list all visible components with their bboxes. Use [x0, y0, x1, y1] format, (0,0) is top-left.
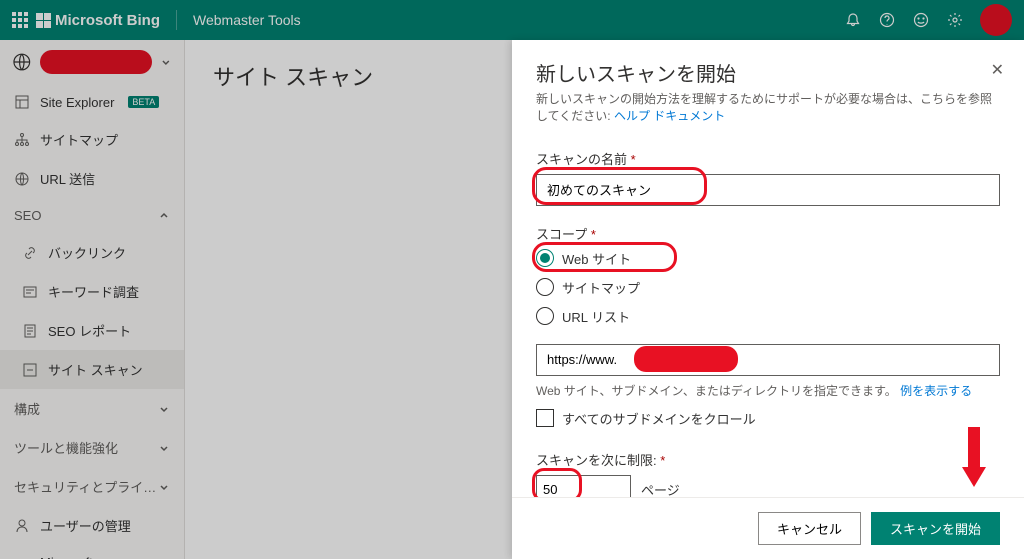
url-field: Web サイト、サブドメイン、またはディレクトリを指定できます。 例を表示する … — [536, 344, 1000, 428]
show-example-link[interactable]: 例を表示する — [900, 384, 972, 398]
scope-radio-group: Web サイト サイトマップ URL リスト — [536, 249, 1000, 326]
limit-input[interactable] — [536, 475, 631, 497]
cancel-button[interactable]: キャンセル — [758, 512, 861, 545]
limit-row: ページ — [536, 475, 1000, 497]
radio-icon — [536, 307, 554, 325]
panel-header: 新しいスキャンを開始 新しいスキャンの開始方法を理解するためにサポートが必要な場… — [512, 40, 1024, 133]
scope-field: スコープ * Web サイト サイトマップ URL リスト — [536, 224, 1000, 326]
limit-label: スキャンを次に制限: * — [536, 450, 1000, 469]
start-scan-button[interactable]: スキャンを開始 — [871, 512, 1000, 545]
panel-title: 新しいスキャンを開始 — [536, 58, 1000, 87]
panel-body: スキャンの名前 * スコープ * Web サイト サイトマップ URL リスト — [512, 133, 1024, 497]
limit-field: スキャンを次に制限: * ページ 残りのクォータ: 1000 ページ。 詳細情報 — [536, 450, 1000, 497]
new-scan-panel: 新しいスキャンを開始 新しいスキャンの開始方法を理解するためにサポートが必要な場… — [512, 40, 1024, 559]
checkbox-label: すべてのサブドメインをクロール — [562, 409, 756, 428]
limit-unit: ページ — [641, 480, 680, 497]
panel-footer: キャンセル スキャンを開始 — [512, 497, 1024, 559]
scan-name-field: スキャンの名前 * — [536, 149, 1000, 206]
scope-url-list[interactable]: URL リスト — [536, 307, 1000, 326]
help-doc-link[interactable]: ヘルプ ドキュメント — [614, 109, 725, 123]
radio-label: サイトマップ — [562, 278, 640, 297]
scan-name-label: スキャンの名前 * — [536, 149, 1000, 168]
attention-arrow-icon — [954, 427, 994, 487]
panel-description: 新しいスキャンの開始方法を理解するためにサポートが必要な場合は、こちらを参照して… — [536, 91, 1000, 125]
radio-label: URL リスト — [562, 307, 630, 326]
scope-sitemap[interactable]: サイトマップ — [536, 278, 1000, 297]
close-icon[interactable]: ✕ — [991, 60, 1004, 80]
url-hint: Web サイト、サブドメイン、またはディレクトリを指定できます。 例を表示する — [536, 382, 1000, 399]
radio-icon — [536, 249, 554, 267]
scope-website[interactable]: Web サイト — [536, 249, 1000, 268]
checkbox-icon — [536, 409, 554, 427]
scan-name-input[interactable] — [536, 174, 1000, 206]
radio-label: Web サイト — [562, 249, 631, 268]
scope-label: スコープ * — [536, 224, 1000, 243]
radio-icon — [536, 278, 554, 296]
desc-text: 新しいスキャンの開始方法を理解するためにサポートが必要な場合は、こちらを参照して… — [536, 92, 992, 123]
url-redacted — [634, 346, 738, 372]
url-input[interactable] — [536, 344, 1000, 376]
crawl-subdomains[interactable]: すべてのサブドメインをクロール — [536, 409, 1000, 428]
